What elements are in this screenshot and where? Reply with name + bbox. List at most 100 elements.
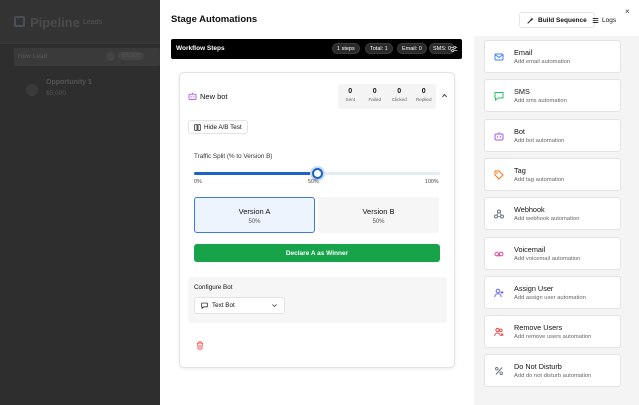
action-card-sms[interactable]: SMS Add sms automation bbox=[484, 79, 621, 113]
action-title: Voicemail bbox=[514, 244, 546, 254]
user-plus-icon bbox=[494, 288, 504, 298]
traffic-split-label: Traffic Split (% to Version B) bbox=[194, 153, 273, 160]
logs-button[interactable]: Logs bbox=[588, 12, 620, 28]
stat-failed: 0 Failed bbox=[363, 84, 388, 109]
action-card-assign-user[interactable]: Assign User Add assign user automation bbox=[484, 275, 621, 309]
configure-bot-section: Configure Bot Text Bot bbox=[188, 277, 447, 323]
action-title: Remove Users bbox=[514, 323, 563, 333]
action-card-remove-users[interactable]: Remove Users Add remove users automation bbox=[484, 315, 621, 349]
dnd-icon bbox=[494, 366, 504, 376]
action-subtitle: Add remove users automation bbox=[514, 334, 592, 341]
message-icon bbox=[494, 91, 504, 102]
action-card-do-not-disturb[interactable]: Do Not Disturb Add do not disturb automa… bbox=[484, 354, 621, 388]
action-subtitle: Add bot automation bbox=[514, 137, 565, 144]
version-b-tab[interactable]: Version B 50% bbox=[318, 197, 439, 233]
action-subtitle: Add sms automation bbox=[514, 98, 567, 105]
workflow-steps-bar: Workflow Steps 1 steps Total: 1 Email: 0… bbox=[171, 39, 462, 59]
column-name: New Lead bbox=[18, 53, 48, 60]
hide-ab-test-button[interactable]: Hide A/B Test bbox=[188, 120, 248, 134]
slider-handle[interactable] bbox=[312, 168, 323, 179]
traffic-split-slider[interactable] bbox=[194, 168, 440, 179]
tick-max: 100% bbox=[425, 179, 439, 185]
sliders-icon[interactable] bbox=[450, 45, 458, 53]
users-x-icon bbox=[494, 327, 504, 337]
voicemail-icon bbox=[494, 249, 504, 259]
stat-label: Sent bbox=[345, 97, 355, 102]
bot-type-value: Text Bot bbox=[212, 302, 235, 309]
tick-min: 0% bbox=[194, 179, 202, 185]
stage-automations-drawer: Stage Automations Build Sequence Logs × … bbox=[160, 0, 639, 405]
action-subtitle: Add voicemail automation bbox=[514, 255, 581, 262]
action-title: Bot bbox=[514, 126, 525, 136]
bot-icon bbox=[188, 92, 197, 100]
list-icon bbox=[592, 17, 599, 23]
action-subtitle: Add assign user automation bbox=[514, 294, 586, 301]
chevron-down-icon bbox=[272, 304, 277, 308]
action-title: SMS bbox=[514, 87, 530, 97]
configure-bot-title: Configure Bot bbox=[194, 284, 233, 291]
build-sequence-button[interactable]: Build Sequence bbox=[519, 12, 595, 28]
drawer-title: Stage Automations bbox=[171, 14, 258, 25]
stat-value: 0 bbox=[348, 88, 353, 95]
stat-value: 0 bbox=[421, 88, 426, 95]
message-square-icon bbox=[201, 302, 208, 309]
chevron-up-icon[interactable] bbox=[441, 92, 448, 99]
action-palette: Email Add email automation SMS Add sms a… bbox=[474, 36, 639, 405]
stat-value: 0 bbox=[372, 88, 377, 95]
workflow-title: Workflow Steps bbox=[176, 45, 225, 52]
column-count-badge bbox=[106, 52, 115, 61]
opportunity-amount: $5,000 bbox=[46, 90, 66, 97]
build-sequence-label: Build Sequence bbox=[538, 16, 587, 24]
bot-icon bbox=[494, 131, 504, 141]
version-a-percent: 50% bbox=[248, 219, 261, 225]
opportunity-card[interactable]: Opportunity 1 $5,000 bbox=[20, 76, 160, 106]
action-title: Do Not Disturb bbox=[514, 362, 562, 372]
slider-fill bbox=[194, 172, 317, 175]
split-icon bbox=[194, 123, 201, 131]
stat-label: Failed bbox=[368, 97, 381, 102]
stat-replied: 0 Replied bbox=[412, 84, 437, 109]
stat-value: 0 bbox=[397, 88, 402, 95]
action-title: Email bbox=[514, 48, 533, 57]
action-card-email[interactable]: Email Add email automation bbox=[484, 40, 621, 73]
tab-leads[interactable]: Leads bbox=[83, 19, 102, 26]
email-count-pill: Email: 0 bbox=[397, 43, 427, 54]
version-a-tab[interactable]: Version A 50% bbox=[194, 197, 315, 233]
step-name: New bot bbox=[200, 92, 228, 101]
action-title: Assign User bbox=[514, 283, 554, 293]
bot-type-select[interactable]: Text Bot bbox=[194, 297, 285, 314]
version-a-name: Version A bbox=[238, 207, 271, 216]
webhook-icon bbox=[494, 209, 504, 219]
version-b-percent: 50% bbox=[372, 219, 385, 225]
stat-sent: 0 Sent bbox=[338, 84, 363, 109]
column-amount: $5,000 bbox=[118, 52, 145, 60]
tick-mid: 50% bbox=[308, 179, 319, 185]
pipeline-column-header: New Lead $5,000 bbox=[14, 48, 160, 66]
logs-label: Logs bbox=[602, 16, 617, 24]
trash-icon[interactable] bbox=[196, 341, 204, 350]
action-subtitle: Add tag automation bbox=[514, 176, 565, 183]
close-icon[interactable]: × bbox=[625, 7, 630, 16]
wand-icon bbox=[527, 16, 534, 24]
total-count-pill: Total: 1 bbox=[365, 43, 393, 54]
action-card-tag[interactable]: Tag Add tag automation bbox=[484, 157, 621, 191]
stat-label: Replied bbox=[415, 97, 432, 102]
action-subtitle: Add email automation bbox=[514, 59, 571, 65]
hide-ab-test-label: Hide A/B Test bbox=[204, 123, 242, 131]
opportunity-title: Opportunity 1 bbox=[46, 79, 92, 86]
declare-winner-button[interactable]: Declare A as Winner bbox=[194, 244, 440, 262]
stat-label: Clicked bbox=[391, 97, 407, 102]
action-card-bot[interactable]: Bot Add bot automation bbox=[484, 118, 621, 152]
version-b-name: Version B bbox=[362, 207, 395, 216]
action-title: Webhook bbox=[514, 205, 545, 215]
avatar bbox=[26, 84, 38, 96]
steps-count-pill: 1 steps bbox=[332, 43, 360, 54]
action-subtitle: Add webhook automation bbox=[514, 216, 580, 223]
action-card-voicemail[interactable]: Voicemail Add voicemail automation bbox=[484, 236, 621, 270]
action-card-webhook[interactable]: Webhook Add webhook automation bbox=[484, 197, 621, 231]
app-title: Pipeline bbox=[30, 15, 80, 30]
action-subtitle: Add do not disturb automation bbox=[514, 373, 592, 380]
mail-icon bbox=[494, 52, 504, 62]
action-title: Tag bbox=[514, 165, 526, 175]
bot-step-card: New bot 0 Sent 0 Failed 0 Clicked 0 Repl… bbox=[179, 72, 455, 368]
